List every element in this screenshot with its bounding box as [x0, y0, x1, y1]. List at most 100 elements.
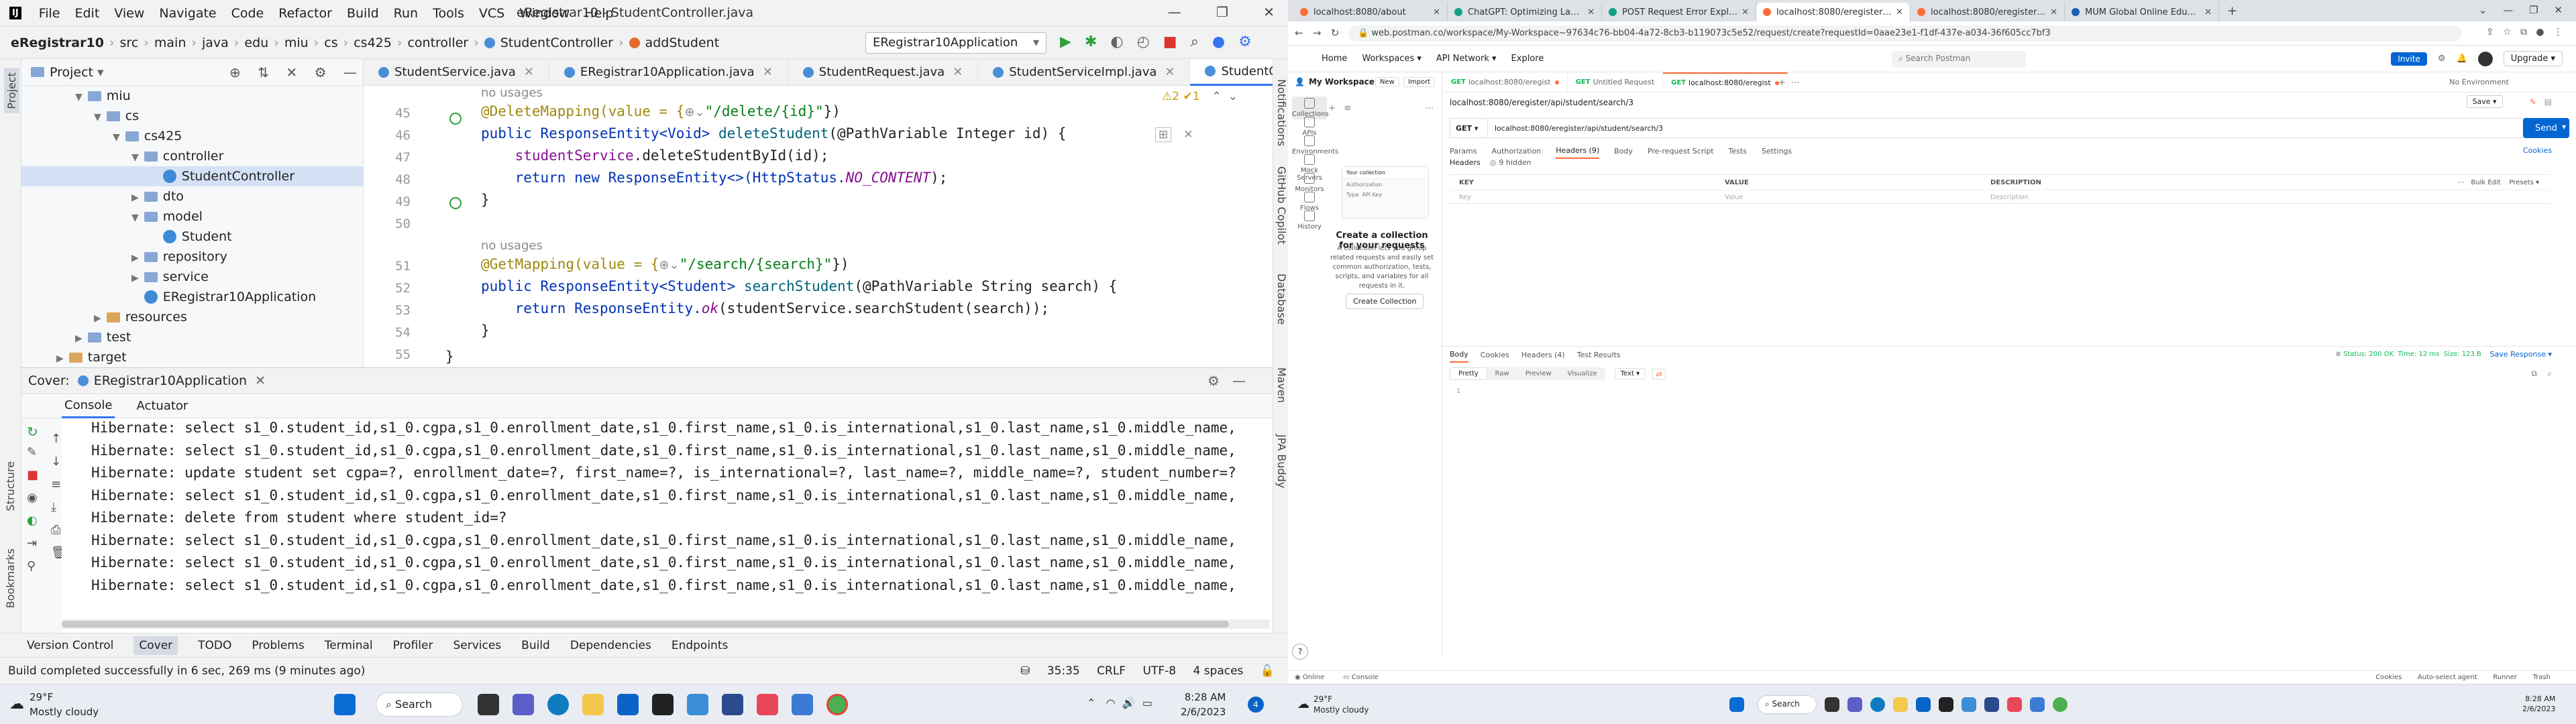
- chevron-down-icon[interactable]: ▼: [113, 132, 120, 143]
- minimize-icon[interactable]: —: [2503, 4, 2513, 16]
- new-button[interactable]: New: [1375, 76, 1399, 87]
- request-subtab-headers-9[interactable]: Headers (9): [1556, 146, 1600, 159]
- chevron-right-icon[interactable]: ▶: [94, 313, 101, 324]
- file-encoding[interactable]: UTF-8: [1143, 664, 1177, 678]
- run-icon[interactable]: ▶: [1060, 34, 1071, 50]
- browser-tab[interactable]: localhost:8080/about ✕: [1293, 3, 1448, 21]
- structure-tool-button[interactable]: Structure: [4, 461, 17, 511]
- update-icon[interactable]: ●: [1212, 34, 1225, 50]
- tool-dependencies[interactable]: Dependencies: [570, 639, 651, 652]
- breadcrumb-class[interactable]: StudentController: [500, 36, 613, 50]
- view-preview[interactable]: Preview: [1517, 368, 1560, 379]
- stop-icon[interactable]: ■: [27, 468, 38, 482]
- request-tab[interactable]: GET localhost:8080/eregist: [1663, 72, 1788, 93]
- help-icon[interactable]: ?: [1292, 644, 1308, 660]
- tool-build[interactable]: Build: [521, 639, 550, 652]
- menu-view[interactable]: View: [114, 6, 144, 21]
- close-icon[interactable]: ✕: [524, 65, 534, 79]
- star-icon[interactable]: ☆: [2503, 27, 2512, 38]
- wifi-icon[interactable]: ◠: [1106, 697, 1116, 709]
- response-status[interactable]: Status: 200 OK: [2343, 351, 2394, 358]
- method-select[interactable]: GET ▾: [1450, 119, 1488, 137]
- endpoint-gutter-icon[interactable]: [449, 113, 462, 125]
- invite-button[interactable]: Invite: [2391, 52, 2427, 66]
- debug-icon[interactable]: ✱: [1085, 34, 1097, 50]
- menu-edit[interactable]: Edit: [74, 6, 99, 21]
- request-subtab-body[interactable]: Body: [1614, 147, 1633, 158]
- key-input[interactable]: Key: [1459, 194, 1471, 201]
- chevron-right-icon[interactable]: ▶: [131, 273, 139, 284]
- chevron-down-icon[interactable]: ▾: [2562, 122, 2566, 131]
- terminal-icon[interactable]: [1939, 697, 1953, 712]
- import-button[interactable]: Import: [1403, 76, 1436, 87]
- cover-config-tab[interactable]: ERegistrar10Application: [94, 373, 247, 388]
- gear-icon[interactable]: ⚙: [315, 64, 327, 80]
- agent-select[interactable]: Auto-select agent: [2418, 674, 2477, 681]
- menu-tools[interactable]: Tools: [433, 6, 464, 21]
- console-button[interactable]: ▭ Console: [1343, 674, 1387, 681]
- jpa-buddy-tool-button[interactable]: JPA Buddy: [1275, 434, 1288, 488]
- bell-icon[interactable]: 🔔: [2457, 54, 2467, 64]
- trash-button[interactable]: Trash: [2533, 674, 2551, 681]
- lock-icon[interactable]: 🔓: [1260, 664, 1275, 678]
- vscode-icon[interactable]: [2030, 697, 2045, 712]
- tool-profiler[interactable]: Profiler: [393, 639, 433, 652]
- close-icon[interactable]: ✕: [953, 65, 963, 79]
- nav-explore[interactable]: Explore: [1511, 54, 1544, 64]
- edge-icon[interactable]: [1870, 697, 1885, 712]
- close-icon[interactable]: ✕: [255, 373, 266, 388]
- chevron-right-icon[interactable]: ▶: [131, 192, 139, 203]
- volume-icon[interactable]: 🔊: [1122, 697, 1136, 709]
- scroll-down-icon[interactable]: ↓: [51, 455, 61, 469]
- close-icon[interactable]: ✕: [1183, 128, 1193, 141]
- tool-endpoints[interactable]: Endpoints: [672, 639, 729, 652]
- chrome-icon[interactable]: [826, 694, 848, 715]
- endpoint-gutter-icon[interactable]: [449, 197, 462, 209]
- format-select[interactable]: Text ▾: [1614, 368, 1646, 379]
- add-icon[interactable]: +: [1328, 103, 1336, 113]
- teams-icon[interactable]: [513, 694, 534, 715]
- extensions-icon[interactable]: ⧉: [2520, 27, 2527, 38]
- chevron-up-icon[interactable]: ⌃: [1212, 90, 1222, 103]
- breadcrumb-cs[interactable]: cs: [324, 36, 337, 50]
- tab-studentserviceimpl-java[interactable]: StudentServiceImpl.java ✕: [978, 58, 1191, 86]
- scroll-end-icon[interactable]: ⤓: [51, 500, 56, 514]
- project-panel-title[interactable]: Project: [50, 65, 93, 80]
- copilot-tool-button[interactable]: GitHub Copilot: [1275, 166, 1288, 245]
- profile-icon[interactable]: ●: [2536, 27, 2544, 38]
- coverage-icon[interactable]: ◐: [27, 514, 38, 528]
- response-tab-cookies[interactable]: Cookies: [1481, 351, 1509, 362]
- hidden-headers-toggle[interactable]: 9 hidden: [1499, 158, 1531, 167]
- share-icon[interactable]: ⇪: [2486, 27, 2494, 38]
- popup-icon[interactable]: ⊞: [1155, 127, 1172, 142]
- close-icon[interactable]: ✕: [2050, 7, 2057, 17]
- cookies-button[interactable]: Cookies: [2375, 674, 2402, 681]
- upgrade-button[interactable]: Upgrade ▾: [2503, 51, 2563, 66]
- locate-icon[interactable]: ⊕: [229, 64, 241, 80]
- tree-item-service[interactable]: ▶ service: [131, 269, 209, 284]
- tree-item-eregistrar10application[interactable]: ▶ERegistrar10Application: [131, 290, 316, 304]
- breadcrumb-project[interactable]: eRegistrar10: [11, 36, 104, 50]
- breadcrumb-java[interactable]: java: [202, 36, 229, 50]
- run-config-select[interactable]: ERegistrar10Application ▾: [865, 32, 1046, 54]
- file-explorer-icon[interactable]: [1893, 697, 1908, 712]
- file-explorer-icon[interactable]: [582, 694, 604, 715]
- close-icon[interactable]: ✕: [2554, 4, 2563, 16]
- chevron-down-icon[interactable]: ▼: [131, 152, 139, 163]
- close-icon[interactable]: ✕: [1587, 7, 1595, 17]
- edge-icon[interactable]: [547, 694, 569, 715]
- tool-todo[interactable]: TODO: [198, 639, 231, 652]
- terminal-icon[interactable]: [652, 694, 674, 715]
- nav-api-network[interactable]: API Network ▾: [1436, 54, 1497, 64]
- forward-icon[interactable]: →: [1313, 27, 1322, 39]
- online-status[interactable]: ◉ Online: [1295, 674, 1334, 681]
- breadcrumb-edu[interactable]: edu: [244, 36, 268, 50]
- browser-tab[interactable]: POST Request Error Explanation ✕: [1602, 3, 1756, 21]
- copy-icon[interactable]: ⧉: [2531, 369, 2537, 378]
- caret-position[interactable]: 35:35: [1047, 664, 1080, 678]
- snipping-tool-icon[interactable]: [1962, 697, 1976, 712]
- notifications-tool-button[interactable]: Notifications: [1275, 79, 1288, 146]
- breadcrumb-method[interactable]: addStudent: [645, 36, 720, 50]
- app-icon[interactable]: [722, 694, 743, 715]
- chevron-down-icon[interactable]: ⌄: [1228, 90, 1238, 103]
